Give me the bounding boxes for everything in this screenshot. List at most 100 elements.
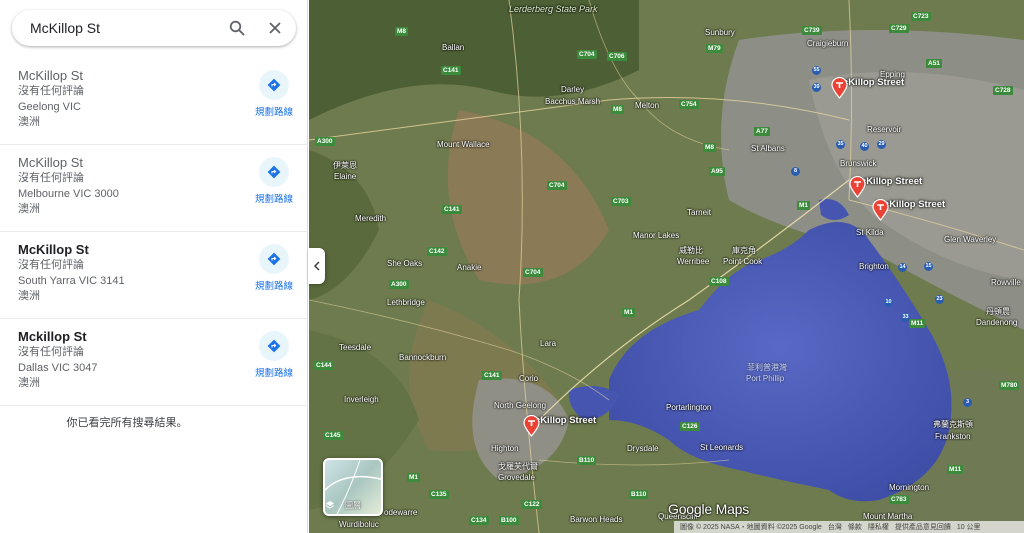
road-shield: M1 bbox=[622, 308, 636, 317]
road-shield: B110 bbox=[577, 456, 597, 465]
layers-icon bbox=[325, 501, 335, 509]
road-shield: B100 bbox=[499, 516, 519, 525]
map-label: Tarneit bbox=[687, 208, 712, 217]
scale-label[interactable]: 10 公里 bbox=[957, 522, 981, 532]
footer-link-privacy[interactable]: 隱私權 bbox=[868, 522, 889, 532]
directions-label: 規劃路線 bbox=[254, 107, 293, 118]
road-shield: M11 bbox=[909, 319, 926, 328]
road-shield: C704 bbox=[547, 181, 567, 190]
map-label: Port Phillip bbox=[746, 374, 785, 383]
map-pin[interactable]: McKillop Street bbox=[831, 77, 904, 99]
map-label: North Geelong bbox=[494, 401, 547, 410]
map-label: Dandenong bbox=[976, 318, 1018, 327]
map-label: Anakie bbox=[457, 263, 482, 272]
map-label: 庫克角 bbox=[732, 246, 756, 255]
road-shield: 23 bbox=[935, 295, 944, 304]
directions-button[interactable]: 規劃路線 bbox=[252, 331, 296, 379]
map-label: Wurdiboluc bbox=[339, 520, 379, 529]
attribution-text: 圖像 © 2025 NASA・地圖資料 ©2025 Google bbox=[680, 524, 822, 531]
road-shield: C739 bbox=[802, 26, 822, 35]
map-label: 戈羅芙代爾 bbox=[498, 462, 538, 471]
map-label: Inverleigh bbox=[344, 395, 379, 404]
road-shield: A300 bbox=[315, 137, 335, 146]
results-panel: McKillop St 沒有任何評論 Geelong VIC 澳洲 規劃路線 M… bbox=[0, 0, 308, 533]
layers-label-row: 圖層 bbox=[325, 500, 381, 511]
road-shield: C144 bbox=[314, 361, 334, 370]
map-label: Sunbury bbox=[705, 28, 735, 37]
search-input[interactable] bbox=[30, 10, 220, 46]
map-label: Werribee bbox=[677, 257, 710, 266]
map-label: Grovedale bbox=[498, 473, 535, 482]
road-shield: C754 bbox=[679, 100, 699, 109]
layers-button[interactable]: 圖層 bbox=[323, 458, 383, 516]
result-item[interactable]: McKillop St 沒有任何評論 Melbourne VIC 3000 澳洲… bbox=[0, 145, 308, 232]
clear-search-button[interactable] bbox=[263, 16, 287, 40]
collapse-panel-button[interactable] bbox=[308, 248, 325, 284]
road-shield: C145 bbox=[323, 431, 343, 440]
directions-button[interactable]: 規劃路線 bbox=[252, 157, 296, 205]
map-pin[interactable]: McKillop Street bbox=[849, 176, 922, 198]
search-button[interactable] bbox=[225, 16, 249, 40]
road-shield: B110 bbox=[629, 490, 649, 499]
directions-icon bbox=[267, 78, 281, 92]
road-shield: A300 bbox=[389, 280, 409, 289]
directions-button[interactable]: 規劃路線 bbox=[252, 244, 296, 292]
footer-link-terms[interactable]: 條款 bbox=[848, 522, 862, 532]
map-pin[interactable]: McKillop Street bbox=[872, 199, 945, 221]
road-shield: C729 bbox=[889, 24, 909, 33]
map-label: Brunswick bbox=[840, 159, 877, 168]
footer-link-feedback[interactable]: 提供產品意見回饋 bbox=[895, 522, 951, 532]
close-icon bbox=[269, 22, 281, 34]
search-box bbox=[12, 10, 296, 46]
map-label: St Kilda bbox=[856, 228, 884, 237]
map-label: Mornington bbox=[889, 483, 930, 492]
road-shield: C728 bbox=[993, 86, 1013, 95]
road-shield: M1 bbox=[797, 201, 811, 210]
result-item[interactable]: Mckillop St 沒有任何評論 Dallas VIC 3047 澳洲 規劃… bbox=[0, 319, 308, 406]
map-label: 弗蘭克斯頓 bbox=[933, 420, 973, 429]
location-pin-icon bbox=[872, 199, 889, 221]
map-label: Point Cook bbox=[723, 257, 763, 266]
road-shield: C108 bbox=[709, 277, 729, 286]
map-label: Glen Waverley bbox=[944, 235, 997, 244]
google-maps-logo: Google Maps bbox=[668, 501, 750, 517]
map-label: Darley bbox=[561, 85, 585, 94]
road-shield: 10 bbox=[884, 298, 893, 307]
result-item[interactable]: McKillop St 沒有任何評論 South Yarra VIC 3141 … bbox=[0, 232, 308, 319]
map-label: Barwon Heads bbox=[570, 515, 623, 524]
map-pin[interactable]: McKillop Street bbox=[523, 415, 596, 437]
road-shield: M79 bbox=[706, 44, 723, 53]
directions-label: 規劃路線 bbox=[254, 194, 293, 205]
footer-link-country[interactable]: 台灣 bbox=[828, 522, 842, 532]
result-item[interactable]: McKillop St 沒有任何評論 Geelong VIC 澳洲 規劃路線 bbox=[0, 58, 308, 145]
road-shield: C703 bbox=[611, 197, 631, 206]
road-shield: 33 bbox=[901, 313, 910, 322]
road-shield: C126 bbox=[680, 422, 700, 431]
attribution-bar: 圖像 © 2025 NASA・地圖資料 ©2025 Google 台灣 條款 隱… bbox=[674, 521, 1024, 533]
map-label: Drysdale bbox=[627, 444, 659, 453]
road-shield: A51 bbox=[926, 59, 942, 68]
road-shield: M8 bbox=[611, 105, 625, 114]
map-label: 伊萊恩 bbox=[333, 161, 357, 170]
map-label: Meredith bbox=[355, 214, 387, 223]
road-shield: C134 bbox=[469, 516, 489, 525]
map-label: Reservoir bbox=[867, 125, 902, 134]
directions-button[interactable]: 規劃路線 bbox=[252, 70, 296, 118]
map-label: St Leonards bbox=[700, 443, 744, 452]
location-pin-icon bbox=[849, 176, 866, 198]
road-shield: C135 bbox=[429, 490, 449, 499]
results-list: McKillop St 沒有任何評論 Geelong VIC 澳洲 規劃路線 M… bbox=[0, 58, 308, 406]
search-icon bbox=[229, 20, 245, 36]
directions-label: 規劃路線 bbox=[254, 281, 293, 292]
map-label: Melton bbox=[635, 101, 660, 110]
maps-app: McKillop St 沒有任何評論 Geelong VIC 澳洲 規劃路線 M… bbox=[0, 0, 1024, 533]
road-shield: C783 bbox=[889, 495, 909, 504]
directions-icon bbox=[267, 165, 281, 179]
map-label: She Oaks bbox=[387, 259, 423, 268]
road-shield: M1 bbox=[407, 473, 421, 482]
map-canvas[interactable]: Lerderberg State Park Ballan Sunbury Cra… bbox=[309, 0, 1024, 533]
map-label: Rowville bbox=[991, 278, 1021, 287]
directions-icon bbox=[267, 339, 281, 353]
map-label: Lerderberg State Park bbox=[509, 4, 598, 14]
map-label: Portarlington bbox=[666, 403, 712, 412]
